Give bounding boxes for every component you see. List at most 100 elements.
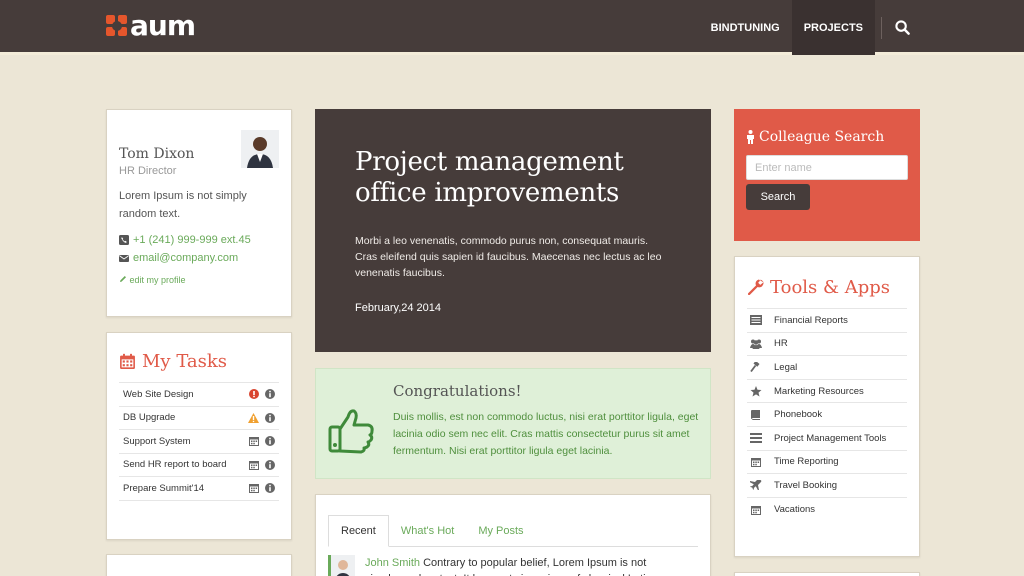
- info-icon[interactable]: [265, 436, 275, 446]
- tool-item-vacations[interactable]: Vacations: [747, 498, 907, 522]
- colleague-title: Colleague Search: [759, 129, 885, 145]
- tab-my-posts[interactable]: My Posts: [466, 515, 535, 547]
- brand-logo[interactable]: aum: [106, 12, 196, 40]
- logo-mark-icon: [106, 15, 128, 37]
- nav-item-bindtuning[interactable]: BINDTUNING: [699, 0, 792, 55]
- avatar: [331, 555, 355, 576]
- feed-author[interactable]: John Smith: [365, 557, 420, 569]
- book-icon: [751, 409, 760, 420]
- nav-item-projects[interactable]: PROJECTS: [791, 0, 875, 55]
- edit-profile-link[interactable]: edit my profile: [119, 275, 279, 285]
- tab-whats-hot[interactable]: What's Hot: [389, 515, 466, 547]
- tools-title: Tools & Apps: [770, 277, 891, 298]
- task-label: Web Site Design: [123, 388, 194, 400]
- calendar-icon: [120, 353, 135, 369]
- hero-title: Project management office improvements: [355, 147, 624, 208]
- star-icon: [750, 385, 762, 397]
- feed-item[interactable]: John Smith Contrary to popular belief, L…: [328, 555, 698, 576]
- feed-tabs: Recent What's Hot My Posts: [328, 515, 698, 547]
- main-nav: BINDTUNING PROJECTS: [699, 0, 922, 55]
- info-icon[interactable]: [265, 483, 275, 493]
- tool-label: Project Management Tools: [774, 432, 887, 444]
- tool-label: Vacations: [774, 504, 816, 516]
- person-icon: [747, 130, 754, 144]
- info-icon[interactable]: [265, 412, 275, 423]
- tasks-title-row: My Tasks: [119, 351, 279, 372]
- task-row[interactable]: Web Site Design: [119, 383, 279, 407]
- info-icon[interactable]: [265, 389, 275, 399]
- tools-apps-card: Tools & Apps Financial Reports HR Legal …: [734, 256, 920, 557]
- list-icon: [750, 433, 762, 444]
- congratulations-alert: Congratulations! Duis mollis, est non co…: [315, 368, 711, 479]
- warning-triangle-icon: [248, 412, 259, 423]
- tool-item-pm-tools[interactable]: Project Management Tools: [747, 427, 907, 451]
- tool-label: Financial Reports: [774, 314, 848, 326]
- profile-phone-row[interactable]: +1 (241) 999-999 ext.45: [119, 231, 279, 249]
- tool-item-hr[interactable]: HR: [747, 333, 907, 357]
- calendar-icon: [751, 505, 761, 515]
- feed-item-text: John Smith Contrary to popular belief, L…: [365, 555, 655, 576]
- tool-item-financial-reports[interactable]: Financial Reports: [747, 309, 907, 333]
- colleague-title-row: Colleague Search: [746, 129, 908, 145]
- task-row[interactable]: Support System: [119, 430, 279, 454]
- tool-label: Phonebook: [774, 409, 823, 421]
- hero-lead: Morbi a leo venenatis, commodo purus non…: [355, 235, 662, 279]
- profile-email-row[interactable]: email@company.com: [119, 249, 279, 267]
- my-tasks-card: My Tasks Web Site Design DB Upgrade Supp…: [106, 332, 292, 540]
- task-label: DB Upgrade: [123, 412, 176, 424]
- task-label: Support System: [123, 435, 191, 447]
- calendar-icon: [751, 457, 761, 467]
- phone-icon: [119, 235, 129, 245]
- tool-item-time-reporting[interactable]: Time Reporting: [747, 451, 907, 475]
- profile-card: Tom Dixon HR Director Lorem Ipsum is not…: [106, 109, 292, 317]
- pencil-icon: [120, 276, 126, 282]
- tool-list: Financial Reports HR Legal Marketing Res…: [747, 308, 907, 521]
- tool-label: Marketing Resources: [774, 385, 864, 397]
- colleague-search-card: Colleague Search Search: [734, 109, 920, 241]
- tool-item-marketing[interactable]: Marketing Resources: [747, 380, 907, 404]
- tool-item-travel-booking[interactable]: Travel Booking: [747, 474, 907, 498]
- calendar-icon: [249, 437, 259, 446]
- profile-contact: +1 (241) 999-999 ext.45 email@company.co…: [119, 231, 279, 267]
- colleague-name-input[interactable]: [746, 155, 908, 180]
- wrench-icon: [747, 279, 764, 296]
- thumbs-up-icon: [328, 409, 374, 454]
- tool-item-phonebook[interactable]: Phonebook: [747, 403, 907, 427]
- task-row[interactable]: Prepare Summit'14: [119, 477, 279, 501]
- congrats-text: Duis mollis, est non commodo luctus, nis…: [393, 411, 699, 457]
- profile-email: email@company.com: [133, 252, 239, 264]
- profile-bio: Lorem Ipsum is not simply random text.: [119, 190, 247, 220]
- activity-feed-card: Recent What's Hot My Posts John Smith Co…: [315, 494, 711, 576]
- tab-recent[interactable]: Recent: [328, 515, 389, 547]
- tool-label: Legal: [774, 361, 798, 373]
- task-list: Web Site Design DB Upgrade Support Syste…: [119, 382, 279, 501]
- hero-article[interactable]: Project management office improvements M…: [315, 109, 711, 352]
- users-icon: [750, 339, 762, 349]
- top-navbar: aum BINDTUNING PROJECTS: [0, 0, 1024, 55]
- calendar-icon: [249, 460, 259, 470]
- left-bottom-card: [106, 554, 292, 576]
- envelope-icon: [119, 254, 129, 262]
- tools-title-row: Tools & Apps: [747, 277, 907, 298]
- task-row[interactable]: Send HR report to board: [119, 454, 279, 477]
- plane-icon: [750, 480, 762, 491]
- tool-label: Travel Booking: [774, 479, 838, 491]
- profile-phone: +1 (241) 999-999 ext.45: [133, 234, 251, 246]
- tool-label: HR: [774, 338, 788, 350]
- tool-item-legal[interactable]: Legal: [747, 356, 907, 380]
- tool-label: Time Reporting: [774, 456, 839, 468]
- tasks-title: My Tasks: [142, 351, 228, 372]
- hero-date: February,24 2014: [355, 302, 442, 314]
- gavel-icon: [750, 362, 760, 373]
- colleague-search-button[interactable]: Search: [746, 184, 810, 210]
- exclamation-circle-icon: [249, 389, 259, 399]
- right-bottom-card: [734, 572, 920, 576]
- report-icon: [750, 315, 762, 326]
- search-button[interactable]: [882, 0, 922, 55]
- avatar: [241, 130, 279, 168]
- task-label: Prepare Summit'14: [123, 482, 205, 494]
- task-label: Send HR report to board: [123, 459, 227, 471]
- info-icon[interactable]: [265, 459, 275, 470]
- calendar-icon: [249, 484, 259, 493]
- task-row[interactable]: DB Upgrade: [119, 407, 279, 430]
